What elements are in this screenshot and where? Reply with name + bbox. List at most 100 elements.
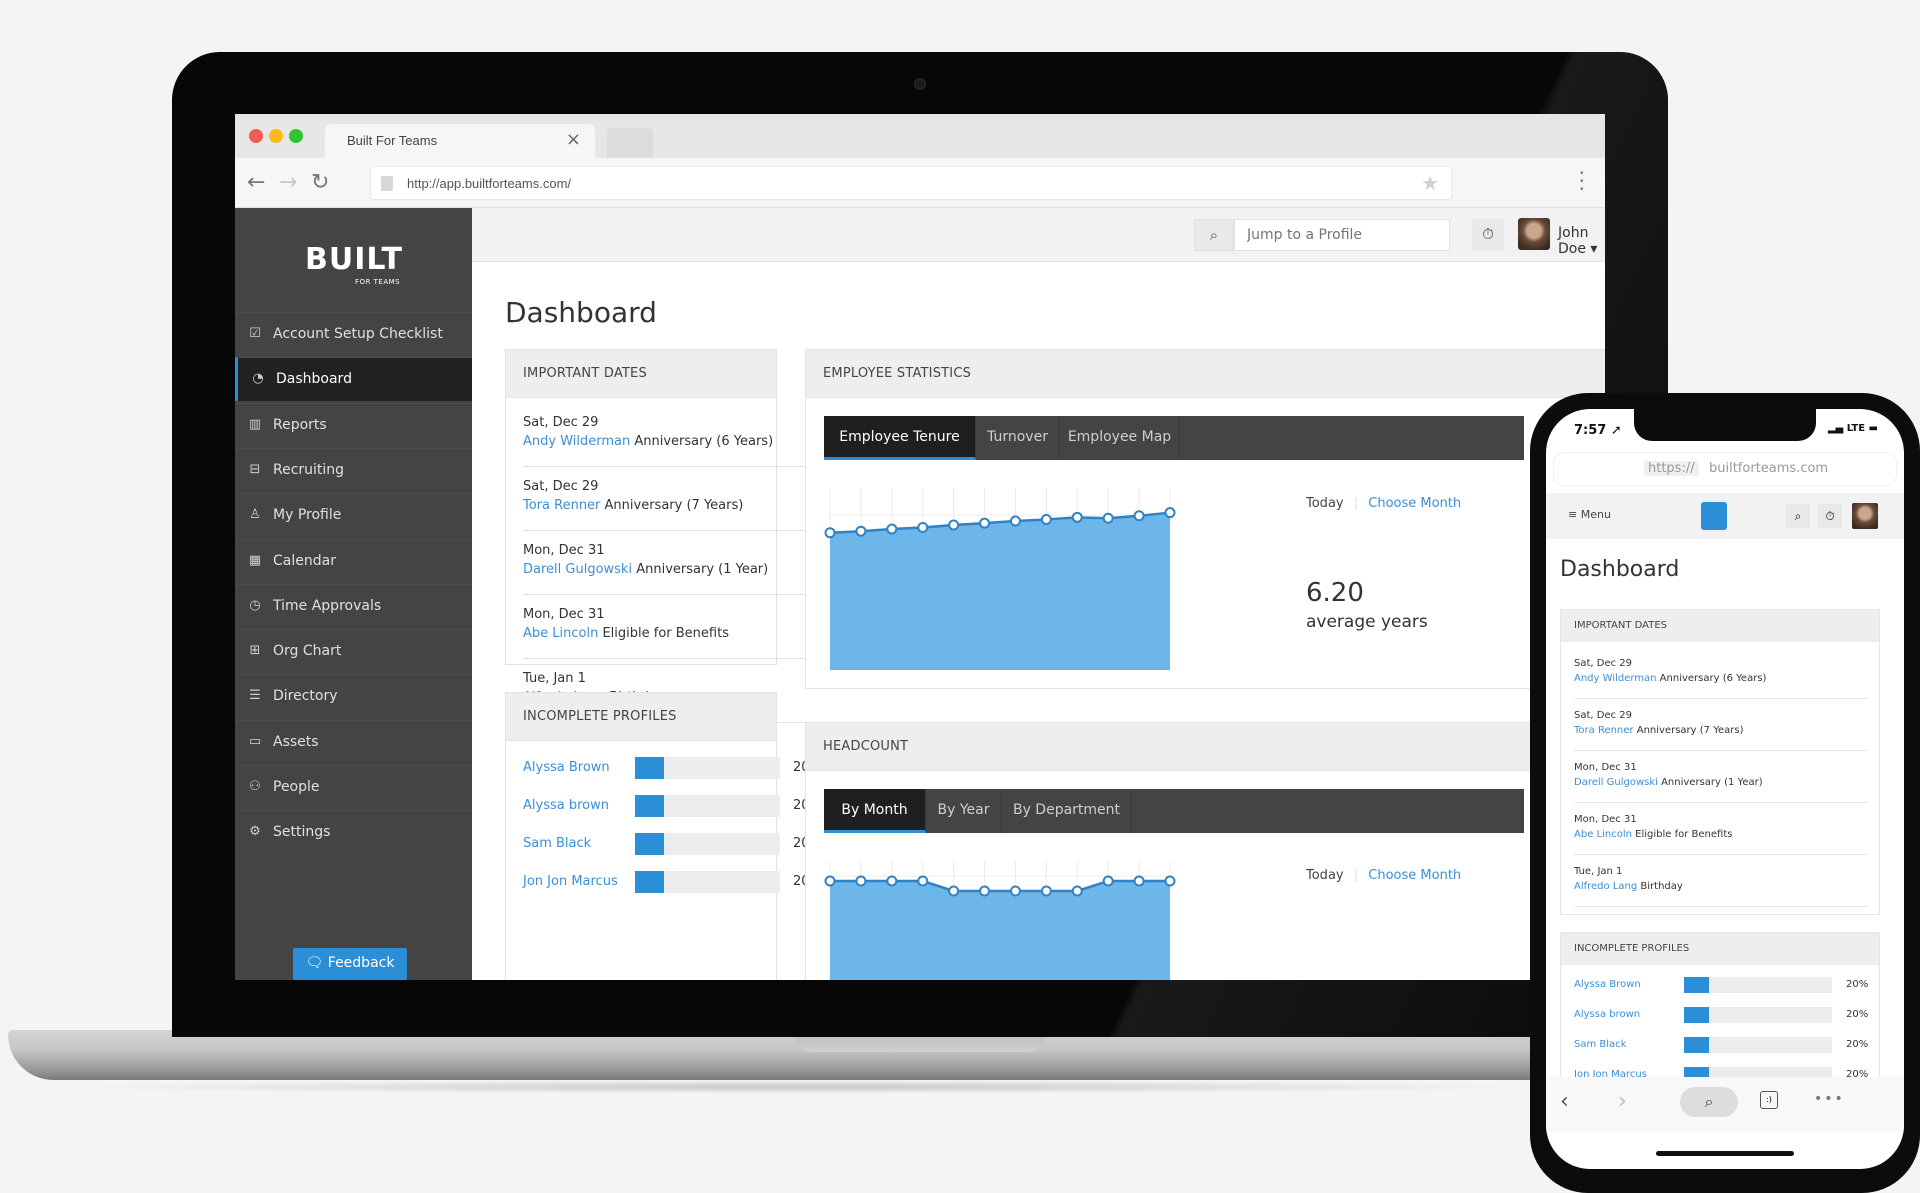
progress-label: 20% — [1846, 1039, 1869, 1050]
sidebar-item-org-chart[interactable]: ⊞ Org Chart — [235, 629, 472, 673]
close-tab-icon[interactable]: × — [566, 129, 581, 150]
person-link[interactable]: Sam Black — [523, 836, 591, 851]
person-link[interactable]: Andy Wilderman — [523, 434, 630, 449]
data-point[interactable] — [1164, 875, 1176, 887]
sidebar-item-directory[interactable]: ☰ Directory — [235, 674, 472, 718]
tab-employee-map[interactable]: Employee Map — [1060, 416, 1180, 460]
average-tenure-label: average years — [1306, 612, 1428, 632]
back-icon[interactable]: ← — [247, 170, 265, 195]
data-point[interactable] — [1133, 875, 1145, 887]
progress-label: 20% — [1846, 1009, 1869, 1020]
maximize-window-button[interactable] — [289, 129, 303, 143]
sidebar-item-my-profile[interactable]: ♙ My Profile — [235, 493, 472, 537]
data-point[interactable] — [1133, 510, 1145, 522]
data-point[interactable] — [917, 521, 929, 533]
person-link[interactable]: Abe Lincoln — [523, 626, 598, 641]
person-link[interactable]: Sam Black — [1574, 1039, 1626, 1050]
data-point[interactable] — [855, 875, 867, 887]
data-point[interactable] — [1040, 885, 1052, 897]
data-point[interactable] — [1164, 507, 1176, 519]
reload-icon[interactable]: ↻ — [311, 170, 329, 195]
close-window-button[interactable] — [249, 129, 263, 143]
browser-menu-icon[interactable]: · · · — [1579, 163, 1585, 199]
menu-button[interactable]: ≡ Menu — [1568, 508, 1611, 521]
url-input[interactable]: http://app.builtforteams.com/ ★ — [370, 166, 1452, 200]
data-point[interactable] — [979, 885, 991, 897]
profile-search-input[interactable] — [1234, 219, 1450, 251]
bookmark-star-icon[interactable]: ★ — [1421, 171, 1439, 195]
tab-by-department[interactable]: By Department — [1002, 789, 1132, 833]
data-point[interactable] — [1102, 512, 1114, 524]
date-item: Mon, Dec 31 Abe Lincoln Eligible for Ben… — [1574, 804, 1868, 855]
user-avatar[interactable] — [1518, 218, 1550, 250]
today-button[interactable]: Today — [1306, 868, 1344, 883]
search-icon[interactable]: ⌕ — [1680, 1087, 1738, 1117]
forward-icon[interactable]: › — [1618, 1089, 1627, 1114]
user-menu[interactable]: John Doe ▾ — [1558, 225, 1605, 257]
data-point[interactable] — [948, 519, 960, 531]
person-link[interactable]: Alyssa Brown — [1574, 979, 1641, 990]
stopwatch-icon[interactable]: ⏱ — [1818, 504, 1842, 528]
timer-button[interactable]: ⏱ — [1472, 219, 1504, 251]
tab-by-month[interactable]: By Month — [824, 789, 926, 833]
person-link[interactable]: Abe Lincoln — [1574, 829, 1632, 840]
person-link[interactable]: Jon Jon Marcus — [523, 874, 618, 889]
data-point[interactable] — [948, 885, 960, 897]
tab-by-year[interactable]: By Year — [926, 789, 1002, 833]
event-date: Sat, Dec 29 — [523, 415, 599, 430]
sidebar-item-calendar[interactable]: ▦ Calendar — [235, 538, 472, 583]
choose-month-link[interactable]: Choose Month — [1368, 868, 1461, 883]
data-point[interactable] — [855, 525, 867, 537]
logo[interactable]: BUILT FOR TEAMS — [235, 208, 472, 312]
new-tab-button[interactable] — [607, 128, 653, 158]
choose-month-link[interactable]: Choose Month — [1368, 496, 1461, 511]
person-link[interactable]: Alfredo Lang — [1574, 881, 1637, 892]
data-point[interactable] — [917, 875, 929, 887]
data-point[interactable] — [979, 517, 991, 529]
person-link[interactable]: Tora Renner — [523, 498, 600, 513]
user-avatar[interactable] — [1852, 503, 1878, 529]
minimize-window-button[interactable] — [269, 129, 283, 143]
person-link[interactable]: Andy Wilderman — [1574, 673, 1657, 684]
phone-url-bar[interactable]: https:// builtforteams.com — [1554, 453, 1896, 485]
sidebar-item-reports[interactable]: ▥ Reports — [235, 402, 472, 447]
data-point[interactable] — [1009, 885, 1021, 897]
search-button[interactable]: ⌕ — [1194, 219, 1234, 251]
more-icon[interactable]: ••• — [1814, 1091, 1845, 1107]
forward-icon[interactable]: → — [279, 170, 297, 195]
person-link[interactable]: Darell Gulgowski — [1574, 777, 1658, 788]
logo-icon[interactable] — [1701, 502, 1727, 530]
progress-fill — [1684, 1007, 1710, 1023]
sidebar-item-recruiting[interactable]: ⊟ Recruiting — [235, 447, 472, 492]
tab-turnover[interactable]: Turnover — [976, 416, 1060, 460]
event-description: Anniversary (6 Years) — [630, 434, 774, 449]
data-point[interactable] — [886, 875, 898, 887]
person-link[interactable]: Darell Gulgowski — [523, 562, 632, 577]
sidebar-item-assets[interactable]: ▭ Assets — [235, 719, 472, 764]
back-icon[interactable]: ‹ — [1560, 1089, 1569, 1114]
person-link[interactable]: Alyssa brown — [523, 798, 609, 813]
data-point[interactable] — [886, 523, 898, 535]
today-button[interactable]: Today — [1306, 496, 1344, 511]
person-link[interactable]: Alyssa Brown — [523, 760, 610, 775]
tabs-icon[interactable]: :) — [1760, 1091, 1778, 1109]
data-point[interactable] — [1071, 511, 1083, 523]
data-point[interactable] — [1009, 515, 1021, 527]
feedback-button[interactable]: 🗨 Feedback — [293, 948, 407, 980]
event-date: Tue, Jan 1 — [1574, 866, 1623, 877]
person-link[interactable]: Alyssa brown — [1574, 1009, 1640, 1020]
tab-employee-tenure[interactable]: Employee Tenure — [824, 416, 976, 460]
sidebar-item-dashboard[interactable]: ◔ Dashboard — [235, 357, 472, 402]
sidebar-item-account-setup-checklist[interactable]: ☑ Account Setup Checklist — [235, 312, 472, 356]
data-point[interactable] — [1071, 885, 1083, 897]
sidebar-item-people[interactable]: ⚇ People — [235, 765, 472, 809]
browser-tab[interactable]: Built For Teams × — [325, 124, 595, 158]
data-point[interactable] — [824, 875, 836, 887]
sidebar-item-settings[interactable]: ⚙ Settings — [235, 810, 472, 854]
data-point[interactable] — [1102, 875, 1114, 887]
data-point[interactable] — [824, 527, 836, 539]
search-icon[interactable]: ⌕ — [1786, 504, 1810, 528]
data-point[interactable] — [1040, 513, 1052, 525]
person-link[interactable]: Tora Renner — [1574, 725, 1634, 736]
sidebar-item-time-approvals[interactable]: ◷ Time Approvals — [235, 583, 472, 628]
